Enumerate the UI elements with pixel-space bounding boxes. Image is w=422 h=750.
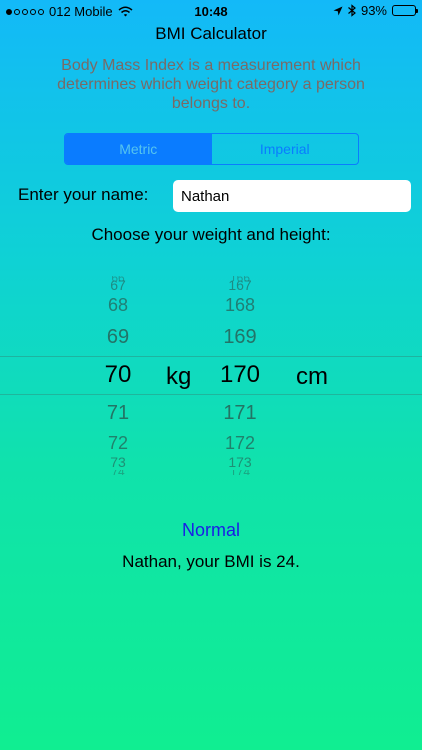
height-picker-value[interactable]: 168 [200, 294, 280, 316]
status-bar: 012 Mobile 10:48 93% [0, 0, 422, 24]
status-right: 93% [333, 3, 418, 18]
segment-metric[interactable]: Metric [65, 134, 212, 164]
bmi-category: Normal [181, 520, 240, 540]
segment-imperial[interactable]: Imperial [212, 134, 359, 164]
height-picker-value[interactable]: 172 [200, 432, 280, 454]
height-picker-value[interactable]: 167 [200, 278, 280, 292]
weight-unit-label: kg [166, 363, 192, 390]
bmi-result-message: Nathan, your BMI is 24. [122, 552, 300, 571]
description-text: Body Mass Index is a measurement which d… [57, 57, 365, 112]
picker-selection-bottom-line [0, 394, 422, 395]
location-arrow-icon [333, 6, 343, 15]
picker-prompt: Choose your weight and height: [91, 225, 331, 244]
weight-picker-value[interactable]: 67 [78, 278, 158, 292]
height-unit-label: cm [296, 363, 328, 390]
page-title: BMI Calculator [155, 24, 267, 43]
weight-picker-value[interactable]: 69 [78, 324, 158, 350]
weight-picker-value[interactable]: 71 [78, 400, 158, 426]
height-picker-value[interactable]: 174 [200, 470, 280, 475]
picker-selection-top-line [0, 356, 422, 357]
weight-height-picker[interactable]: kg cm 6667686970717273741661671681691701… [0, 270, 422, 480]
battery-percentage: 93% [360, 3, 387, 18]
name-label: Enter your name: [18, 185, 149, 204]
weight-picker-value[interactable]: 70 [78, 360, 158, 390]
weight-picker-value[interactable]: 74 [78, 470, 158, 475]
height-picker-value[interactable]: 171 [200, 400, 280, 426]
units-segmented-control: Metric Imperial [64, 133, 359, 165]
weight-picker-value[interactable]: 73 [78, 456, 158, 468]
height-picker-value[interactable]: 173 [200, 456, 280, 468]
bluetooth-icon [348, 4, 356, 17]
name-input[interactable] [173, 180, 411, 212]
battery-icon [392, 5, 418, 16]
weight-picker-value[interactable]: 72 [78, 432, 158, 454]
height-picker-value[interactable]: 170 [200, 360, 280, 390]
height-picker-value[interactable]: 169 [200, 324, 280, 350]
weight-picker-value[interactable]: 68 [78, 294, 158, 316]
